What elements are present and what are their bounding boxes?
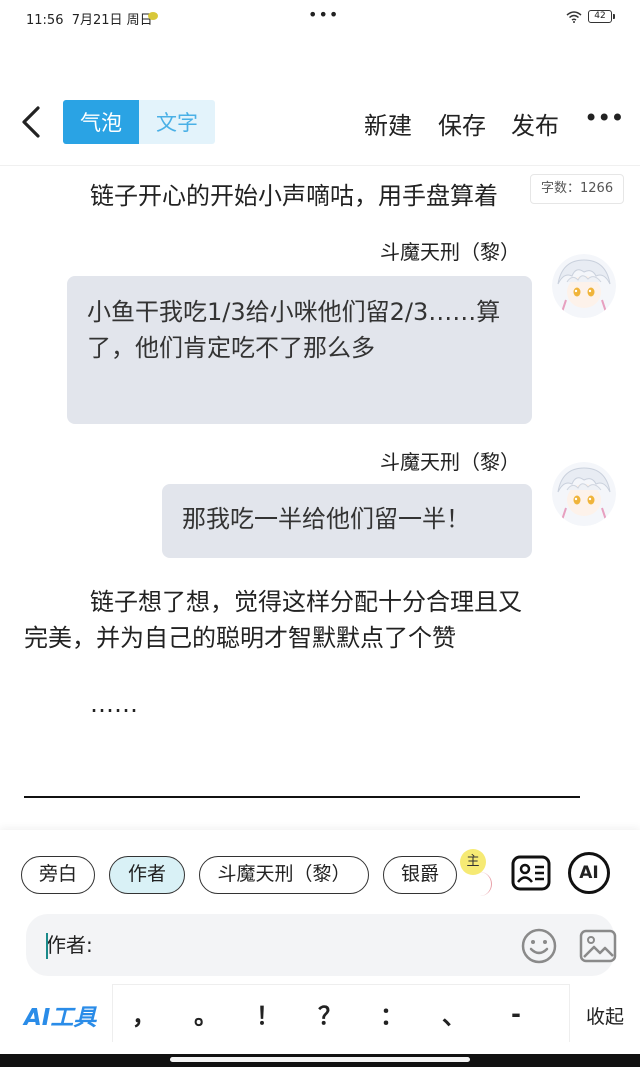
mode-bubble-tab[interactable]: 气泡: [63, 100, 139, 144]
role-chip-character-2[interactable]: 银爵: [383, 856, 457, 894]
character-avatar[interactable]: [552, 254, 616, 318]
dialogue-input[interactable]: [46, 914, 486, 976]
status-date: 7月21日 周日: [71, 13, 153, 28]
ellipsis-text: ……: [90, 690, 138, 718]
character-avatar[interactable]: [552, 462, 616, 526]
emoji-icon[interactable]: [520, 927, 558, 965]
navigation-bar: [0, 1054, 640, 1067]
role-chip-author[interactable]: 作者: [109, 856, 185, 894]
punct-tilde[interactable]: ~: [547, 1000, 569, 1028]
ai-tools-button[interactable]: AI工具: [24, 998, 96, 1032]
character-card-icon[interactable]: [510, 852, 552, 894]
punct-period[interactable]: 。: [175, 996, 237, 1031]
punct-colon[interactable]: ：: [361, 996, 423, 1031]
dialogue-input-box[interactable]: [26, 914, 617, 976]
home-indicator[interactable]: [170, 1057, 470, 1062]
battery-icon: 42: [588, 10, 615, 23]
paragraph-2-line-1: 链子想了想，觉得这样分配十分合理且又: [90, 588, 522, 616]
new-button[interactable]: 新建: [364, 106, 412, 141]
punct-exclamation[interactable]: ！: [237, 996, 299, 1031]
back-arrow-icon[interactable]: [14, 102, 50, 142]
editor-toolbar: 气泡 文字 新建 保存 发布 •••: [0, 96, 640, 150]
chat-bubble-2[interactable]: 那我吃一半给他们留一半！: [162, 484, 532, 558]
speaker-name-2: 斗魔天刑（黎）: [380, 450, 520, 474]
punct-comma[interactable]: ，: [113, 996, 175, 1031]
status-more-icon: •••: [308, 5, 340, 24]
content-end-line: [24, 796, 580, 798]
status-bar: 11:56 7月21日 周日 ••• 42: [0, 0, 640, 34]
mode-text-tab[interactable]: 文字: [139, 100, 215, 144]
punct-dash[interactable]: -: [485, 1000, 547, 1028]
punctuation-bar: ， 。 ！ ？ ： 、 - ~: [112, 984, 570, 1042]
image-icon[interactable]: [578, 927, 618, 965]
notification-icon: [148, 12, 158, 20]
ai-button[interactable]: AI: [568, 852, 610, 894]
host-badge[interactable]: 主: [460, 849, 486, 875]
input-panel: 旁白 作者 斗魔天刑（黎） 银爵 主 AI AI工具 ， 。 ！ ？ ：: [0, 830, 640, 1067]
role-chip-narration[interactable]: 旁白: [21, 856, 95, 894]
paragraph-2-line-2: 完美，并为自己的聪明才智默默点了个赞: [24, 624, 456, 652]
publish-button[interactable]: 发布: [511, 106, 559, 141]
more-options-icon[interactable]: •••: [584, 104, 624, 132]
mode-toggle: 气泡 文字: [63, 100, 215, 144]
save-button[interactable]: 保存: [438, 106, 486, 141]
word-count-badge: 字数：1266: [530, 174, 625, 204]
host-chip-edge: [474, 872, 492, 896]
text-cursor: [46, 933, 48, 959]
role-chip-character-1[interactable]: 斗魔天刑（黎）: [199, 856, 369, 894]
punct-enumeration-comma[interactable]: 、: [423, 996, 485, 1031]
paragraph-1: 链子开心的开始小声嘀咕，用手盘算着: [90, 182, 498, 210]
story-editor[interactable]: 链子开心的开始小声嘀咕，用手盘算着 字数：1266 斗魔天刑（黎） 小鱼干我吃1…: [0, 166, 640, 830]
status-time: 11:56 7月21日 周日: [26, 13, 153, 28]
chat-bubble-1[interactable]: 小鱼干我吃1/3给小咪他们留2/3……算了，他们肯定吃不了那么多: [67, 276, 532, 424]
speaker-name-1: 斗魔天刑（黎）: [380, 240, 520, 264]
collapse-button[interactable]: 收起: [586, 1002, 624, 1029]
punct-question[interactable]: ？: [299, 996, 361, 1031]
wifi-icon: [566, 11, 582, 23]
